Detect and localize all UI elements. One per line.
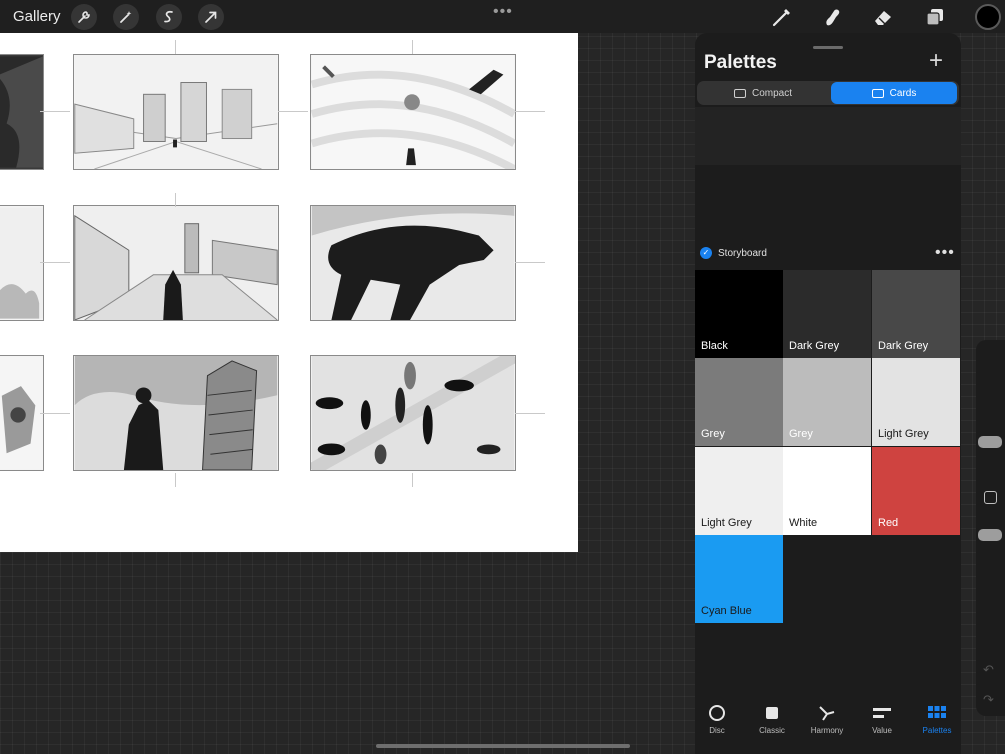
brush-sidebar: ↶ ↷ (976, 340, 1005, 716)
top-toolbar: Gallery ••• (0, 0, 1005, 33)
storyboard-panel (310, 205, 516, 321)
redo-icon[interactable]: ↷ (983, 692, 994, 708)
crop-mark (412, 40, 413, 54)
gallery-button[interactable]: Gallery (13, 8, 61, 25)
swatch-label: Light Grey (878, 428, 929, 440)
brush-icon[interactable] (769, 4, 795, 30)
crop-mark (278, 111, 308, 112)
crop-mark (40, 262, 70, 263)
storyboard-panel (73, 205, 279, 321)
color-swatch[interactable]: Grey (783, 358, 871, 446)
cards-icon (871, 88, 884, 98)
color-swatch[interactable]: Grey (695, 358, 783, 446)
compact-icon (733, 88, 746, 98)
storyboard-panel (310, 355, 516, 471)
swatch-label: Grey (701, 428, 725, 440)
color-mode-tabs: Disc Classic Harmony Value Palettes (695, 698, 961, 746)
classic-square-icon (747, 704, 797, 722)
palette-name: Storyboard (718, 247, 767, 259)
tab-label: Harmony (810, 726, 844, 735)
drawing-canvas[interactable] (0, 33, 578, 552)
swatch-label: Grey (789, 428, 813, 440)
tab-disc[interactable]: Disc (692, 704, 742, 735)
brush-opacity-slider[interactable] (978, 529, 1002, 541)
color-swatch[interactable]: Light Grey (872, 358, 960, 446)
swatch-label: Dark Grey (878, 340, 929, 352)
palettes-grid-icon (912, 704, 962, 722)
tab-harmony[interactable]: Harmony (802, 704, 852, 735)
actions-wrench-icon[interactable] (71, 4, 97, 30)
swatch-label: White (789, 517, 818, 529)
swatch-label: Light Grey (701, 517, 752, 529)
smudge-icon[interactable] (819, 4, 845, 30)
color-swatch[interactable]: Dark Grey (783, 270, 871, 358)
tab-palettes[interactable]: Palettes (912, 704, 962, 735)
palette-empty-area (695, 107, 961, 165)
color-swatch[interactable]: Red (872, 447, 960, 535)
crop-mark (40, 111, 70, 112)
palettes-panel: Palettes + Compact Cards ✓ Storyboard ••… (695, 33, 961, 754)
eraser-icon[interactable] (870, 4, 896, 30)
tab-label: Classic (759, 726, 785, 735)
more-options-dots[interactable]: ••• (493, 3, 513, 21)
swatch-label: Black (701, 340, 728, 352)
tab-label: Disc (709, 726, 725, 735)
crop-mark (175, 473, 176, 487)
selection-s-icon[interactable] (156, 4, 182, 30)
home-indicator (376, 744, 630, 748)
palettes-title: Palettes (704, 52, 777, 73)
color-swatch[interactable]: Cyan Blue (695, 535, 783, 623)
panel-grabber[interactable] (813, 46, 843, 49)
tab-label: Value (872, 726, 892, 735)
default-check-icon: ✓ (700, 247, 712, 259)
storyboard-panel (310, 54, 516, 170)
cards-view-button[interactable]: Cards (831, 82, 957, 104)
storyboard-panel (0, 355, 44, 471)
swatch-label: Cyan Blue (701, 605, 752, 617)
brush-size-slider[interactable] (978, 436, 1002, 448)
value-sliders-icon (857, 704, 907, 722)
tab-label: Palettes (922, 726, 952, 735)
tab-value[interactable]: Value (857, 704, 907, 735)
crop-mark (515, 111, 545, 112)
swatch-label: Dark Grey (789, 340, 840, 352)
swatch-label: Red (878, 517, 899, 529)
color-swatch[interactable]: Light Grey (695, 447, 783, 535)
compact-label: Compact (751, 87, 792, 99)
cards-label: Cards (889, 87, 917, 99)
tab-classic[interactable]: Classic (747, 704, 797, 735)
storyboard-panel (0, 205, 44, 321)
modify-button[interactable] (984, 491, 997, 504)
harmony-icon (802, 704, 852, 722)
palette-more-button[interactable]: ••• (935, 244, 955, 262)
compact-view-button[interactable]: Compact (699, 82, 827, 104)
undo-icon[interactable]: ↶ (983, 662, 994, 678)
add-palette-button[interactable]: + (929, 49, 943, 73)
crop-mark (175, 40, 176, 54)
storyboard-panel (73, 355, 279, 471)
color-swatch[interactable]: Black (695, 270, 783, 358)
disc-icon (692, 704, 742, 722)
transform-arrow-icon[interactable] (198, 4, 224, 30)
color-swatch[interactable]: White (783, 447, 871, 535)
crop-mark (175, 193, 176, 207)
palette-view-toggle: Compact Cards (697, 81, 959, 105)
current-color-button[interactable] (975, 4, 1001, 30)
adjustments-wand-icon[interactable] (113, 4, 139, 30)
crop-mark (40, 413, 70, 414)
crop-mark (412, 473, 413, 487)
crop-mark (515, 413, 545, 414)
crop-mark (515, 262, 545, 263)
storyboard-panel (0, 54, 44, 170)
layers-icon[interactable] (922, 4, 948, 30)
storyboard-panel (73, 54, 279, 170)
palette-header[interactable]: ✓ Storyboard (700, 247, 767, 259)
color-swatch[interactable]: Dark Grey (872, 270, 960, 358)
